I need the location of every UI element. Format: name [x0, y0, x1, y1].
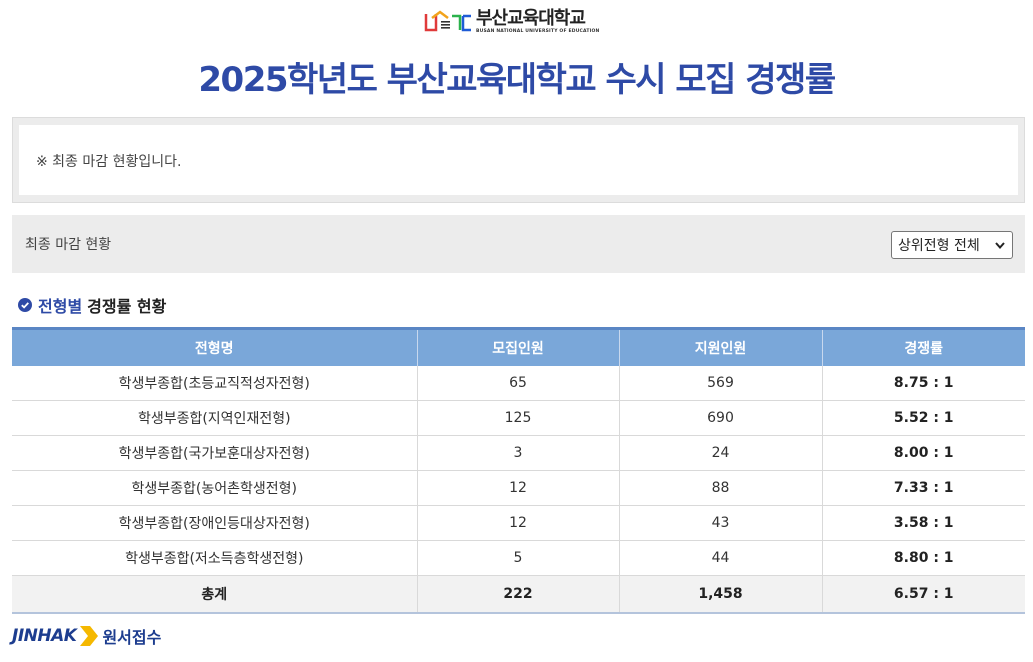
- cell-quota: 5: [416, 540, 619, 576]
- page-title: 2025학년도 부산교육대학교 수시 모집 경쟁률: [198, 60, 836, 100]
- table-row: 학생부종합(국가보훈대상자전형) 3 24 8.00 : 1: [12, 435, 1025, 471]
- header-admission-type: 전형명: [12, 327, 417, 366]
- table-total-row: 총계 222 1,458 6.57 : 1: [12, 575, 1025, 614]
- cell-applicants: 88: [618, 470, 822, 506]
- table-header-row: 전형명 모집인원 지원인원 경쟁률: [12, 327, 1025, 366]
- cell-applicants: 24: [618, 435, 822, 471]
- section-title-highlight: 전형별: [38, 297, 83, 316]
- section-title: 전형별 경쟁률 현황: [18, 293, 166, 317]
- chevron-down-icon: [995, 242, 1005, 250]
- total-label: 총계: [12, 575, 417, 614]
- cell-quota: 65: [416, 366, 619, 401]
- admission-type-select[interactable]: 상위전형 전체: [891, 231, 1013, 259]
- table-row: 학생부종합(농어촌학생전형) 12 88 7.33 : 1: [12, 470, 1025, 506]
- table-row: 학생부종합(초등교직적성자전형) 65 569 8.75 : 1: [12, 366, 1025, 401]
- cell-applicants: 690: [618, 400, 822, 436]
- cell-admission-type: 학생부종합(저소득층학생전형): [12, 540, 417, 576]
- logo-korean-name: 부산교육대학교: [476, 8, 586, 29]
- header-applicants: 지원인원: [618, 327, 822, 366]
- cell-rate: 8.00 : 1: [821, 435, 1025, 471]
- cell-admission-type: 학생부종합(농어촌학생전형): [12, 470, 417, 506]
- admission-type-selected: 상위전형 전체: [898, 238, 980, 254]
- cell-admission-type: 학생부종합(초등교직적성자전형): [12, 366, 417, 401]
- total-applicants: 1,458: [618, 575, 822, 614]
- table-row: 학생부종합(장애인등대상자전형) 12 43 3.58 : 1: [12, 505, 1025, 541]
- check-circle-icon: [18, 298, 32, 312]
- competition-rate-table: 전형명 모집인원 지원인원 경쟁률 학생부종합(초등교직적성자전형) 65 56…: [12, 327, 1025, 614]
- cell-rate: 8.80 : 1: [821, 540, 1025, 576]
- logo-english-name: BUSAN NATIONAL UNIVERSITY OF EDUCATION: [476, 29, 600, 34]
- header-quota: 모집인원: [416, 327, 619, 366]
- jinhak-brand-text: JINHAK: [12, 626, 77, 646]
- notice-panel: ※ 최종 마감 현황입니다.: [19, 125, 1018, 195]
- cell-quota: 12: [416, 505, 619, 541]
- table-row: 학생부종합(지역인재전형) 125 690 5.52 : 1: [12, 400, 1025, 436]
- cell-rate: 5.52 : 1: [821, 400, 1025, 436]
- filter-bar: 최종 마감 현황 상위전형 전체: [12, 215, 1025, 273]
- application-service-text: 원서접수: [102, 628, 162, 647]
- total-quota: 222: [416, 575, 619, 614]
- filter-label: 최종 마감 현황: [25, 237, 112, 253]
- section-title-text: 경쟁률 현황: [87, 297, 167, 316]
- cell-rate: 3.58 : 1: [821, 505, 1025, 541]
- university-emblem-icon: [424, 10, 471, 32]
- university-logo: 부산교육대학교 BUSAN NATIONAL UNIVERSITY OF EDU…: [424, 6, 600, 38]
- cell-quota: 125: [416, 400, 619, 436]
- cell-admission-type: 학생부종합(장애인등대상자전형): [12, 505, 417, 541]
- notice-text: ※ 최종 마감 현황입니다.: [36, 154, 182, 170]
- header-rate: 경쟁률: [821, 327, 1025, 366]
- cell-quota: 12: [416, 470, 619, 506]
- cell-applicants: 569: [618, 366, 822, 401]
- cell-rate: 8.75 : 1: [821, 366, 1025, 401]
- cell-admission-type: 학생부종합(지역인재전형): [12, 400, 417, 436]
- total-rate: 6.57 : 1: [821, 575, 1025, 614]
- cell-applicants: 43: [618, 505, 822, 541]
- cell-quota: 3: [416, 435, 619, 471]
- jinhak-logo[interactable]: JINHAK 원서접수: [12, 624, 161, 648]
- table-row: 학생부종합(저소득층학생전형) 5 44 8.80 : 1: [12, 540, 1025, 576]
- cell-rate: 7.33 : 1: [821, 470, 1025, 506]
- chevron-right-icon: [80, 626, 99, 646]
- cell-applicants: 44: [618, 540, 822, 576]
- cell-admission-type: 학생부종합(국가보훈대상자전형): [12, 435, 417, 471]
- notice-box: ※ 최종 마감 현황입니다.: [12, 117, 1025, 203]
